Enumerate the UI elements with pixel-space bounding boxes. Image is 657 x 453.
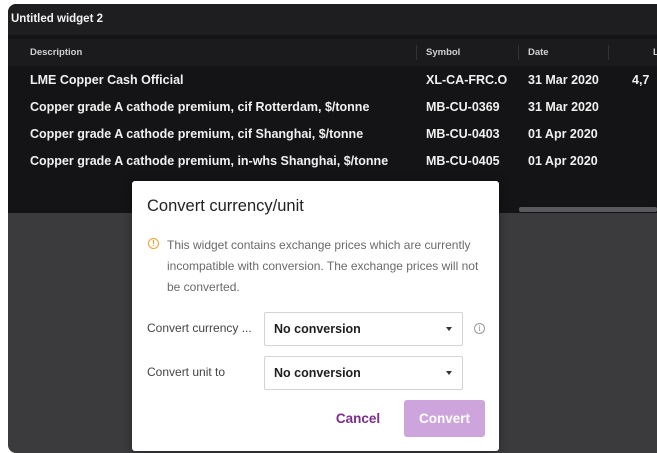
dialog-title: Convert currency/unit [147, 197, 304, 215]
chevron-down-icon [446, 371, 452, 375]
column-header-last[interactable]: L [653, 39, 657, 66]
cell-description: LME Copper Cash Official [30, 73, 184, 87]
table-header: Description Symbol Date L [8, 39, 657, 66]
cell-symbol: MB-CU-0369 [426, 100, 500, 114]
cell-symbol: MB-CU-0405 [426, 154, 500, 168]
table-row[interactable]: Copper grade A cathode premium, in-whs S… [8, 148, 657, 174]
cell-description: Copper grade A cathode premium, cif Shan… [30, 127, 364, 141]
unit-select-value: No conversion [274, 366, 361, 380]
unit-label: Convert unit to [147, 365, 226, 379]
currency-select[interactable]: No conversion [264, 312, 463, 346]
horizontal-scrollbar[interactable] [519, 207, 657, 212]
cell-date: 01 Apr 2020 [528, 127, 598, 141]
chevron-down-icon [446, 327, 452, 331]
cell-symbol: MB-CU-0403 [426, 127, 500, 141]
cell-date: 31 Mar 2020 [528, 100, 599, 114]
currency-label: Convert currency ... [147, 321, 252, 335]
column-header-symbol[interactable]: Symbol [426, 39, 460, 66]
cell-date: 31 Mar 2020 [528, 73, 599, 87]
convert-button[interactable]: Convert [404, 400, 485, 437]
cell-last: 4,7 [632, 73, 650, 87]
column-divider[interactable] [518, 45, 519, 60]
table-row[interactable]: LME Copper Cash Official XL-CA-FRC.O 31 … [8, 67, 657, 93]
table-row[interactable]: Copper grade A cathode premium, cif Rott… [8, 94, 657, 120]
cell-date: 01 Apr 2020 [528, 154, 598, 168]
cell-symbol: XL-CA-FRC.O [426, 73, 508, 87]
info-icon[interactable]: i [474, 323, 485, 334]
cancel-button[interactable]: Cancel [330, 401, 386, 437]
column-header-date[interactable]: Date [528, 39, 549, 66]
table-row[interactable]: Copper grade A cathode premium, cif Shan… [8, 121, 657, 147]
cell-description: Copper grade A cathode premium, cif Rott… [30, 100, 370, 114]
column-header-description[interactable]: Description [30, 39, 82, 66]
unit-select[interactable]: No conversion [264, 356, 463, 390]
warning-icon: ! [148, 238, 159, 249]
column-divider[interactable] [416, 45, 417, 60]
column-divider[interactable] [608, 45, 609, 60]
widget-title[interactable]: Untitled widget 2 [8, 4, 657, 35]
currency-select-value: No conversion [274, 322, 361, 336]
warning-message: This widget contains exchange prices whi… [167, 238, 479, 294]
cell-description: Copper grade A cathode premium, in-whs S… [30, 154, 389, 168]
convert-dialog: Convert currency/unit ! This widget cont… [132, 181, 499, 451]
